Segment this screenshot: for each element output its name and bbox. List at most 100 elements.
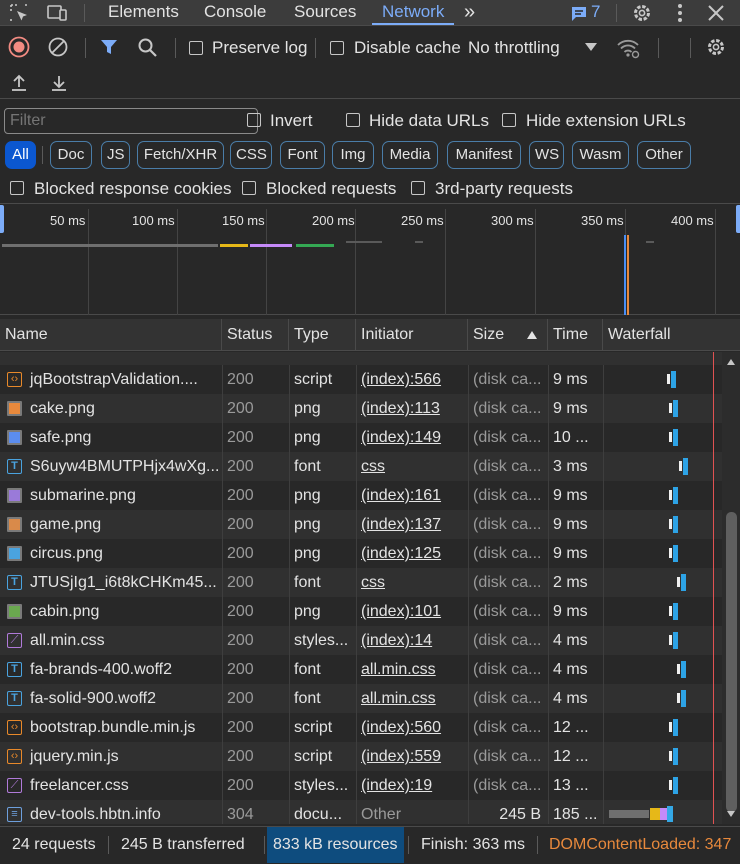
scroll-up-arrow-icon[interactable] <box>726 358 736 366</box>
dropdown-arrow-icon[interactable] <box>584 41 598 53</box>
column-divider <box>468 539 469 568</box>
table-row[interactable]: T S6uyw4BMUTPHjx4wXg... 200 font css (disk ca… <box>0 452 722 481</box>
type-filter-doc[interactable]: Doc <box>50 141 92 169</box>
type-filter-wasm[interactable]: Wasm <box>572 141 629 169</box>
search-icon[interactable] <box>137 37 158 58</box>
more-tabs-button[interactable]: » <box>464 1 475 25</box>
hide-extension-urls-checkbox[interactable] <box>502 113 516 127</box>
table-row[interactable]: cake.png 200 png (index):113 (disk ca... 9 ms <box>0 394 722 423</box>
issues-icon[interactable] <box>570 5 588 23</box>
table-row[interactable]: cabin.png 200 png (index):101 (disk ca... 9 m… <box>0 597 722 626</box>
overview-left-handle[interactable] <box>0 205 4 233</box>
blocked-requests-checkbox[interactable] <box>242 181 256 195</box>
tab-elements[interactable]: Elements <box>108 1 179 25</box>
column-divider <box>468 626 469 655</box>
column-header-type[interactable]: Type <box>289 319 356 351</box>
type-filter-all[interactable]: All <box>5 141 36 169</box>
table-row[interactable]: safe.png 200 png (index):149 (disk ca... 10 .… <box>0 423 722 452</box>
filter-input[interactable] <box>4 108 258 134</box>
column-header-time[interactable]: Time <box>548 319 603 351</box>
type-filter-manifest[interactable]: Manifest <box>447 141 521 169</box>
initiator-link[interactable]: (index):566 <box>356 365 468 394</box>
initiator-link[interactable]: (index):101 <box>356 597 468 626</box>
inspect-element-icon[interactable] <box>8 2 30 24</box>
settings-gear-icon[interactable] <box>631 2 653 24</box>
toolbar-separator <box>175 38 176 58</box>
stop-recording-icon[interactable] <box>8 36 30 58</box>
initiator-link[interactable]: (index):560 <box>356 713 468 742</box>
initiator-link[interactable]: all.min.css <box>356 684 468 713</box>
initiator-link[interactable]: (index):14 <box>356 626 468 655</box>
table-scrollbar[interactable] <box>722 352 740 824</box>
disable-cache-checkbox[interactable] <box>330 41 344 55</box>
type-filter-js[interactable]: JS <box>101 141 130 169</box>
invert-checkbox[interactable] <box>247 113 261 127</box>
table-row[interactable]: ⟋ freelancer.css 200 styles... (index):19 (di… <box>0 771 722 800</box>
device-toolbar-icon[interactable] <box>46 2 68 24</box>
filter-funnel-icon[interactable] <box>99 37 119 57</box>
initiator-link[interactable]: css <box>356 452 468 481</box>
hide-data-urls-checkbox[interactable] <box>346 113 360 127</box>
table-row[interactable]: submarine.png 200 png (index):161 (disk ca..… <box>0 481 722 510</box>
table-row[interactable]: T JTUSjIg1_i6t8kCHKm45... 200 font css (disk … <box>0 568 722 597</box>
initiator-link[interactable]: css <box>356 568 468 597</box>
import-har-upload-icon[interactable] <box>9 73 29 93</box>
column-header-initiator[interactable]: Initiator <box>356 319 468 351</box>
table-row[interactable]: ⟋ all.min.css 200 styles... (index):14 (disk … <box>0 626 722 655</box>
column-header-waterfall[interactable]: Waterfall <box>603 319 740 351</box>
network-overview-timeline[interactable]: 50 ms 100 ms 150 ms 200 ms 250 ms 300 ms… <box>0 205 740 315</box>
table-row[interactable]: ‹› bootstrap.bundle.min.js 200 script (index… <box>0 713 722 742</box>
issues-count[interactable]: 7 <box>591 1 600 25</box>
table-row[interactable]: ‹› jqBootstrapValidation.... 200 script (ind… <box>0 365 722 394</box>
initiator-link[interactable]: (index):559 <box>356 742 468 771</box>
more-options-icon[interactable] <box>669 2 691 24</box>
initiator-link[interactable]: (index):19 <box>356 771 468 800</box>
initiator-link[interactable]: (index):125 <box>356 539 468 568</box>
column-divider <box>222 394 223 423</box>
table-row[interactable]: circus.png 200 png (index):125 (disk ca... 9 … <box>0 539 722 568</box>
close-devtools-icon[interactable] <box>705 2 727 24</box>
type-filter-font[interactable]: Font <box>280 141 325 169</box>
initiator-link[interactable]: (index):161 <box>356 481 468 510</box>
table-row[interactable]: Tfa-solid-900.woff2 200 font all.min.css (di… <box>0 684 722 713</box>
type-filter-fetch-xhr[interactable]: Fetch/XHR <box>137 141 224 169</box>
type-filter-ws[interactable]: WS <box>529 141 564 169</box>
third-party-requests-label: 3rd-party requests <box>435 179 573 198</box>
request-name: S6uyw4BMUTPHjx4wXg... <box>30 458 220 475</box>
table-row-partial[interactable] <box>0 352 722 365</box>
table-row[interactable]: game.png 200 png (index):137 (disk ca... 9 ms <box>0 510 722 539</box>
column-divider <box>468 771 469 800</box>
tab-console[interactable]: Console <box>204 1 266 25</box>
initiator-link[interactable]: all.min.css <box>356 655 468 684</box>
initiator-link[interactable]: (index):137 <box>356 510 468 539</box>
export-har-download-icon[interactable] <box>49 73 69 93</box>
column-header-name[interactable]: Name <box>0 319 222 351</box>
request-status: 200 <box>227 545 254 562</box>
table-row[interactable]: ‹› jquery.min.js 200 script (index):559 (disk… <box>0 742 722 771</box>
type-filter-other[interactable]: Other <box>637 141 691 169</box>
clear-log-icon[interactable] <box>47 36 69 58</box>
network-conditions-icon[interactable] <box>616 37 640 59</box>
column-header-status[interactable]: Status <box>222 319 289 351</box>
throttling-select[interactable]: No throttling <box>468 38 560 58</box>
table-row[interactable]: Tfa-brands-400.woff2 200 font all.min.css (d… <box>0 655 722 684</box>
blocked-response-cookies-checkbox[interactable] <box>10 181 24 195</box>
scroll-down-arrow-icon[interactable] <box>726 810 736 818</box>
initiator-link[interactable]: (index):113 <box>356 394 468 423</box>
column-divider <box>548 510 549 539</box>
initiator-link[interactable]: (index):149 <box>356 423 468 452</box>
type-filter-media[interactable]: Media <box>382 141 438 169</box>
load-event-marker <box>627 235 629 315</box>
tab-network[interactable]: Network <box>372 1 455 25</box>
column-divider <box>468 394 469 423</box>
request-name: JTUSjIg1_i6t8kCHKm45... <box>30 574 217 591</box>
type-filter-css[interactable]: CSS <box>230 141 272 169</box>
overview-right-handle[interactable] <box>736 205 740 233</box>
scrollbar-thumb[interactable] <box>726 512 737 812</box>
tab-sources[interactable]: Sources <box>294 1 356 25</box>
preserve-log-checkbox[interactable] <box>189 41 203 55</box>
network-settings-gear-icon[interactable] <box>705 36 727 58</box>
third-party-requests-checkbox[interactable] <box>411 181 425 195</box>
table-row[interactable]: ≡ dev-tools.hbtn.info 304 docu... Other 245 B… <box>0 800 722 824</box>
type-filter-img[interactable]: Img <box>332 141 374 169</box>
